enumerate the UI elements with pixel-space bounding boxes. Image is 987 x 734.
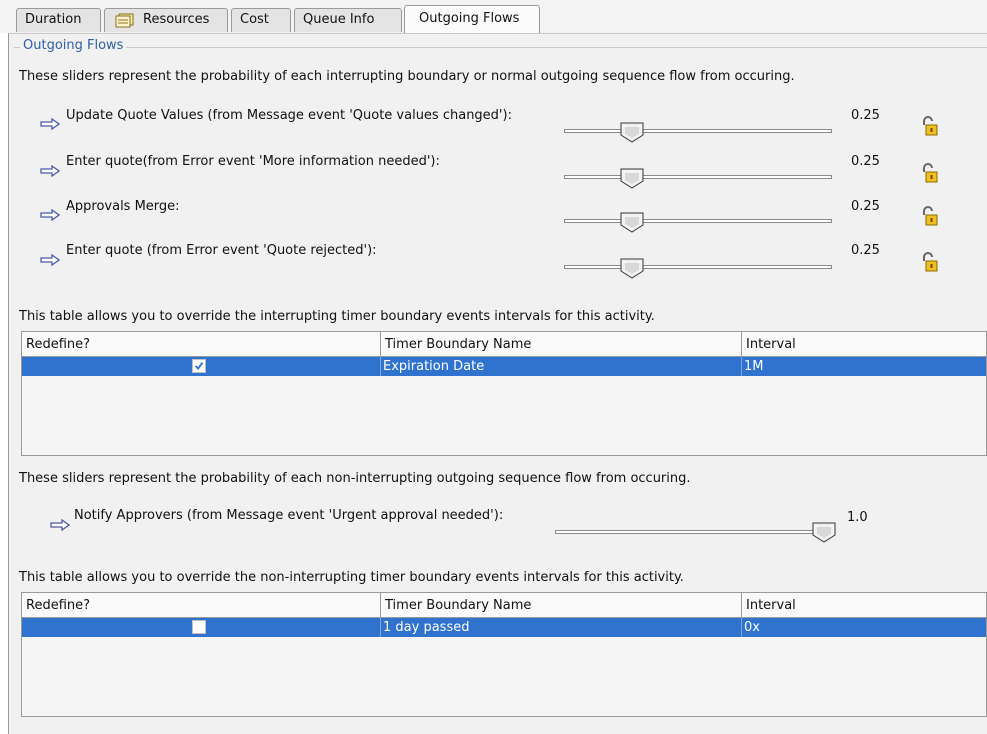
flow-label: Enter quote(from Error event 'More infor…	[66, 154, 440, 169]
non-interrupting-description: These sliders represent the probability …	[19, 471, 691, 486]
timer-boundary-name-cell[interactable]: Expiration Date	[381, 357, 742, 376]
interrupting-description: These sliders represent the probability …	[19, 69, 795, 84]
column-header-interval[interactable]: Interval	[742, 593, 986, 618]
tab-duration[interactable]: Duration	[16, 8, 101, 32]
arrow-right-icon	[40, 165, 60, 177]
tab-label: Resources	[143, 12, 210, 27]
interval-cell[interactable]: 0x	[742, 618, 986, 637]
redefine-cell	[22, 618, 381, 637]
redefine-checkbox-checked[interactable]	[192, 359, 206, 373]
probability-value: 1.0	[847, 510, 868, 525]
flow-label: Enter quote (from Error event 'Quote rej…	[66, 243, 377, 258]
arrow-right-icon	[50, 519, 70, 531]
table-row[interactable]: Expiration Date 1M	[22, 357, 986, 376]
tab-strip: Duration Resources Cost Queue Info Outgo…	[0, 0, 987, 34]
unlocked-padlock-icon[interactable]	[920, 163, 938, 183]
resources-icon	[115, 13, 134, 28]
probability-slider-track[interactable]	[564, 129, 832, 133]
tab-queue-info[interactable]: Queue Info	[294, 8, 402, 32]
unlocked-padlock-icon[interactable]	[920, 116, 938, 136]
probability-value: 0.25	[851, 199, 880, 214]
slider-thumb[interactable]	[619, 167, 645, 189]
timer-boundary-name-cell[interactable]: 1 day passed	[381, 618, 742, 637]
probability-value: 0.25	[851, 154, 880, 169]
column-header-redefine[interactable]: Redefine?	[22, 332, 381, 357]
non-interrupting-timer-table: Redefine? Timer Boundary Name Interval 1…	[21, 592, 987, 717]
group-title: Outgoing Flows	[20, 38, 127, 53]
probability-slider-track[interactable]	[564, 265, 832, 269]
column-header-timer-boundary-name[interactable]: Timer Boundary Name	[381, 593, 742, 618]
probability-slider-track[interactable]	[555, 530, 831, 534]
non-interrupting-table-description: This table allows you to override the no…	[19, 570, 684, 585]
interval-cell[interactable]: 1M	[742, 357, 986, 376]
flow-label: Notify Approvers (from Message event 'Ur…	[74, 508, 504, 523]
flow-label: Update Quote Values (from Message event …	[66, 108, 512, 123]
column-header-redefine[interactable]: Redefine?	[22, 593, 381, 618]
probability-slider-track[interactable]	[564, 175, 832, 179]
arrow-right-icon	[40, 118, 60, 130]
probability-value: 0.25	[851, 243, 880, 258]
column-header-interval[interactable]: Interval	[742, 332, 986, 357]
slider-thumb[interactable]	[811, 521, 837, 543]
tab-outgoing-flows[interactable]: Outgoing Flows	[404, 5, 540, 34]
slider-thumb[interactable]	[619, 211, 645, 233]
tab-resources[interactable]: Resources	[104, 8, 228, 32]
group-border	[14, 47, 987, 48]
probability-slider-track[interactable]	[564, 219, 832, 223]
column-header-timer-boundary-name[interactable]: Timer Boundary Name	[381, 332, 742, 357]
interrupting-table-description: This table allows you to override the in…	[19, 309, 655, 324]
tab-label: Queue Info	[303, 12, 375, 27]
redefine-checkbox-unchecked[interactable]	[192, 620, 206, 634]
tab-label: Duration	[25, 12, 82, 27]
interrupting-timer-table: Redefine? Timer Boundary Name Interval E…	[21, 331, 987, 456]
tab-label: Outgoing Flows	[419, 11, 520, 26]
unlocked-padlock-icon[interactable]	[920, 252, 938, 272]
tab-cost[interactable]: Cost	[231, 8, 291, 32]
flow-label: Approvals Merge:	[66, 199, 180, 214]
redefine-cell	[22, 357, 381, 376]
slider-thumb[interactable]	[619, 121, 645, 143]
table-row[interactable]: 1 day passed 0x	[22, 618, 986, 637]
arrow-right-icon	[40, 209, 60, 221]
unlocked-padlock-icon[interactable]	[920, 206, 938, 226]
slider-thumb[interactable]	[619, 257, 645, 279]
arrow-right-icon	[40, 254, 60, 266]
tab-label: Cost	[240, 12, 269, 27]
probability-value: 0.25	[851, 108, 880, 123]
